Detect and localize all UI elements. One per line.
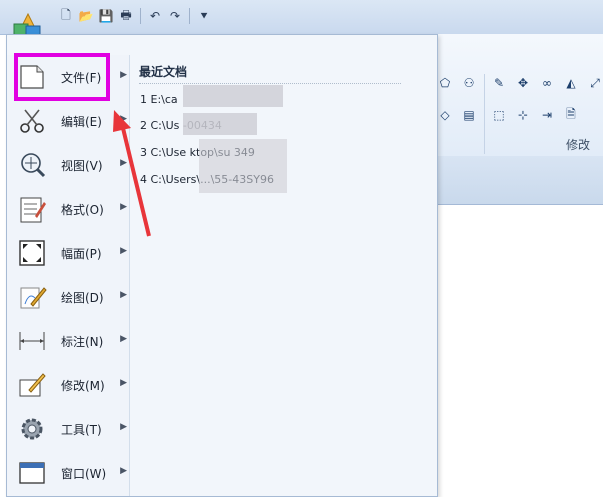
red-arrow-annotation xyxy=(113,110,151,237)
